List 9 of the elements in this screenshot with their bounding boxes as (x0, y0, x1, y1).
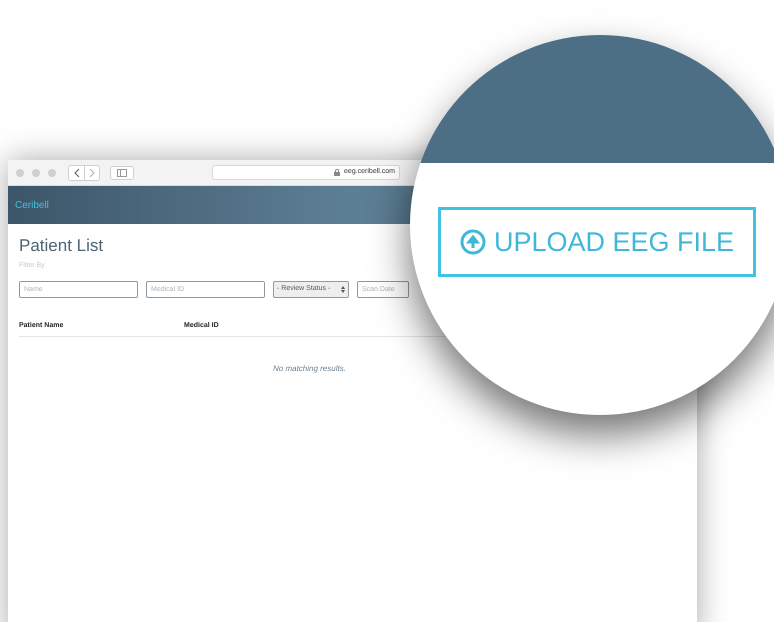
page-title: Patient List (19, 235, 104, 257)
window-minimize-icon[interactable] (32, 168, 40, 176)
window-close-icon[interactable] (16, 168, 24, 176)
sidebar-icon[interactable] (110, 166, 134, 180)
brand-logo[interactable]: Ceribell (15, 198, 49, 212)
select-arrows-icon (341, 286, 345, 293)
lock-icon (334, 169, 340, 176)
window-zoom-icon[interactable] (48, 168, 56, 176)
empty-message: No matching results. (273, 362, 346, 374)
